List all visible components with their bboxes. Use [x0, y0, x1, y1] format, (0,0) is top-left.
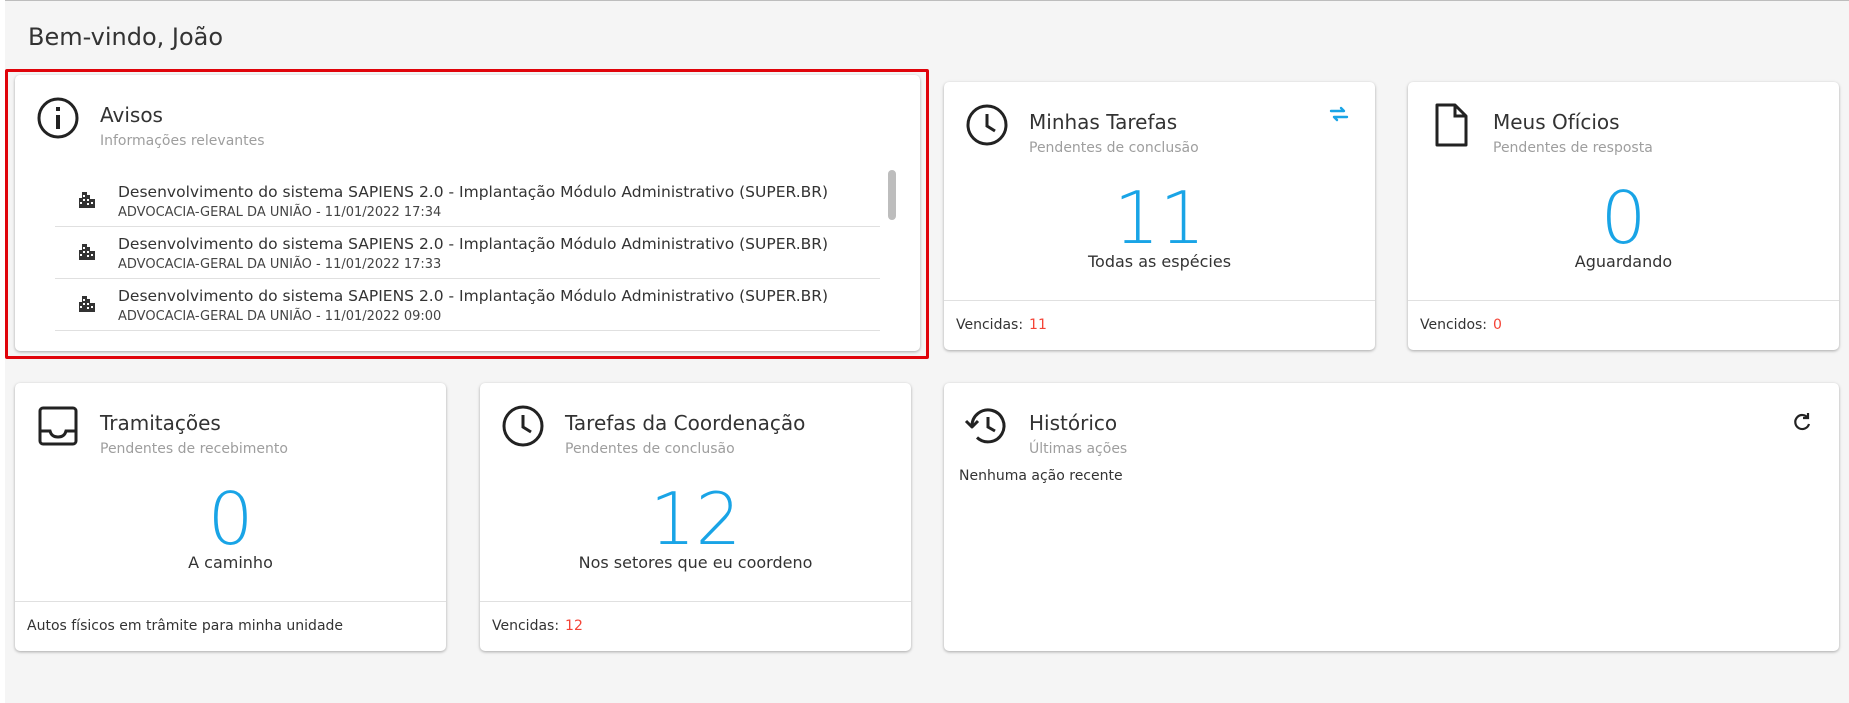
- minhas-tarefas-subtitle: Pendentes de conclusão: [1029, 140, 1199, 156]
- historico-empty-text: Nenhuma ação recente: [959, 468, 1123, 484]
- tramitacoes-caption: A caminho: [188, 553, 273, 572]
- inbox-icon: [35, 403, 81, 449]
- historico-subtitle: Últimas ações: [1029, 441, 1128, 457]
- welcome-heading: Bem-vindo, João: [28, 23, 224, 51]
- vencidos-count[interactable]: 0: [1493, 317, 1502, 333]
- dashboard-page: Bem-vindo, João Avisos Informações relev…: [5, 0, 1849, 703]
- vencidas-count[interactable]: 12: [565, 618, 583, 634]
- meus-oficios-count[interactable]: 0: [1408, 182, 1839, 254]
- footer-label[interactable]: Autos físicos em trâmite para minha unid…: [27, 618, 343, 634]
- tarefas-coordenacao-footer: Vencidas: 12: [480, 601, 911, 651]
- meus-oficios-card[interactable]: Meus Ofícios Pendentes de resposta 0 Agu…: [1408, 82, 1839, 350]
- footer-label: Vencidas:: [492, 618, 560, 634]
- historico-card: Histórico Últimas ações Nenhuma ação rec…: [944, 383, 1839, 651]
- tarefas-coordenacao-title: Tarefas da Coordenação: [565, 411, 806, 435]
- clock-icon: [964, 102, 1010, 148]
- refresh-icon[interactable]: [1791, 411, 1813, 433]
- footer-label: Vencidos:: [1420, 317, 1488, 333]
- minhas-tarefas-card[interactable]: Minhas Tarefas Pendentes de conclusão 11…: [944, 82, 1375, 350]
- meus-oficios-title: Meus Ofícios: [1493, 110, 1620, 134]
- tarefas-coordenacao-caption: Nos setores que eu coordeno: [578, 553, 813, 572]
- minhas-tarefas-footer: Vencidas: 11: [944, 300, 1375, 350]
- minhas-tarefas-count[interactable]: 11: [944, 182, 1375, 254]
- history-icon: [964, 403, 1010, 449]
- meus-oficios-caption: Aguardando: [1574, 252, 1673, 271]
- tramitacoes-title: Tramitações: [100, 411, 221, 435]
- tramitacoes-card[interactable]: Tramitações Pendentes de recebimento 0 A…: [15, 383, 446, 651]
- meus-oficios-footer: Vencidos: 0: [1408, 300, 1839, 350]
- tramitacoes-count[interactable]: 0: [15, 483, 446, 555]
- clock-icon: [500, 403, 546, 449]
- minhas-tarefas-title: Minhas Tarefas: [1029, 110, 1178, 134]
- avisos-highlight-frame: [5, 69, 929, 359]
- tarefas-coordenacao-card[interactable]: Tarefas da Coordenação Pendentes de conc…: [480, 383, 911, 651]
- historico-title: Histórico: [1029, 411, 1118, 435]
- tramitacoes-footer: Autos físicos em trâmite para minha unid…: [15, 601, 446, 651]
- swap-icon[interactable]: [1327, 102, 1351, 126]
- footer-label: Vencidas:: [956, 317, 1024, 333]
- tarefas-coordenacao-subtitle: Pendentes de conclusão: [565, 441, 735, 457]
- meus-oficios-subtitle: Pendentes de resposta: [1493, 140, 1653, 156]
- vencidas-count[interactable]: 11: [1029, 317, 1047, 333]
- tramitacoes-subtitle: Pendentes de recebimento: [100, 441, 288, 457]
- minhas-tarefas-caption: Todas as espécies: [1087, 252, 1232, 271]
- tarefas-coordenacao-count[interactable]: 12: [480, 483, 911, 555]
- document-icon: [1428, 102, 1474, 148]
